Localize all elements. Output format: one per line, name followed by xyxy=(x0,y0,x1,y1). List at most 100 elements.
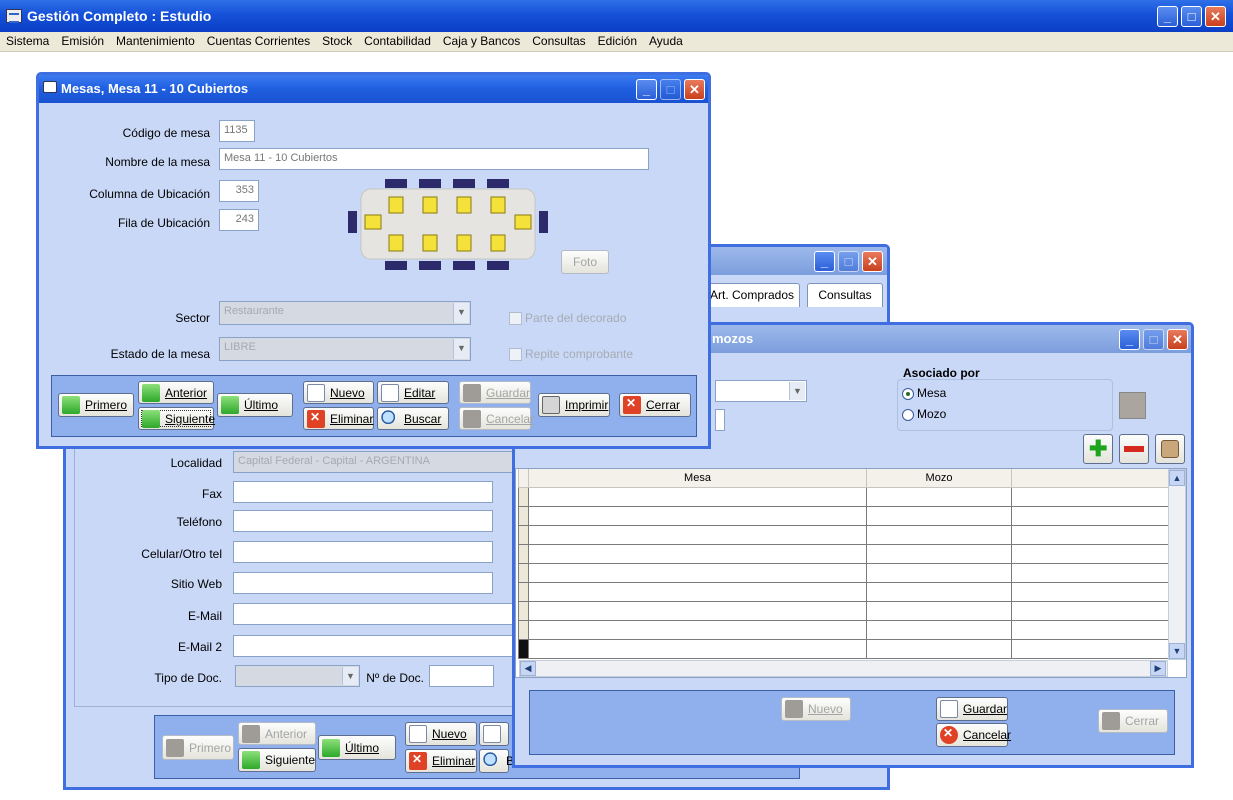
scroll-right-icon[interactable]: ▶ xyxy=(1150,661,1166,676)
app-minimize-button[interactable]: _ xyxy=(1157,6,1178,27)
mozos-guardar-button[interactable]: Guardar xyxy=(936,697,1008,721)
mesas-maximize-button[interactable]: □ xyxy=(660,79,681,100)
radio-mozo[interactable]: Mozo xyxy=(902,407,946,421)
decorado-checkbox-box[interactable] xyxy=(509,312,522,326)
fax-field[interactable] xyxy=(233,481,493,503)
clientes-buscar-button[interactable]: B xyxy=(479,749,514,773)
guardar-button[interactable]: Guardar xyxy=(459,381,531,404)
clientes-eliminar-button[interactable]: Eliminar xyxy=(405,749,477,773)
mozos-maximize-button[interactable]: □ xyxy=(1143,329,1164,350)
horizontal-scrollbar[interactable] xyxy=(519,660,1168,677)
table-row[interactable] xyxy=(518,487,1172,507)
table-row[interactable] xyxy=(518,620,1172,640)
table-row[interactable] xyxy=(518,563,1172,583)
scroll-left-icon[interactable]: ◀ xyxy=(520,661,536,676)
scroll-up-icon[interactable]: ▲ xyxy=(1169,470,1185,486)
anterior-button[interactable]: Anterior xyxy=(138,381,214,404)
table-row[interactable] xyxy=(518,506,1172,526)
menu-emision[interactable]: Emisión xyxy=(55,32,110,51)
table-row[interactable] xyxy=(518,544,1172,564)
mozos-nuevo-button[interactable]: Nuevo xyxy=(781,697,851,721)
menu-stock[interactable]: Stock xyxy=(316,32,358,51)
menu-contabilidad[interactable]: Contabilidad xyxy=(358,32,437,51)
editar-button[interactable]: Editar xyxy=(377,381,449,404)
radio-mozo-circle[interactable] xyxy=(902,408,914,421)
radio-mesa-circle[interactable] xyxy=(902,387,914,400)
vertical-scrollbar[interactable] xyxy=(1168,469,1186,660)
siguiente-button[interactable]: Siguiente xyxy=(138,407,215,430)
mesas-close-button[interactable]: ✕ xyxy=(684,79,705,100)
tab-consultas[interactable]: Consultas xyxy=(807,283,883,307)
cerrar-button[interactable]: Cerrar xyxy=(619,393,691,417)
repite-checkbox[interactable]: Repite comprobante xyxy=(509,347,633,362)
app-close-button[interactable]: ✕ xyxy=(1205,6,1226,27)
menu-ayuda[interactable]: Ayuda xyxy=(643,32,689,51)
cancelar-button[interactable]: Cancelar xyxy=(459,407,534,430)
remove-row-button[interactable] xyxy=(1119,434,1149,464)
table-row[interactable] xyxy=(518,525,1172,545)
mozos-close-button[interactable]: ✕ xyxy=(1167,329,1188,350)
tipo-doc-select[interactable]: ▼ xyxy=(235,665,360,687)
estado-select[interactable]: LIBRE ▼ xyxy=(219,337,471,361)
email2-field[interactable] xyxy=(233,635,523,657)
mozos-cerrar-label: Cerrar xyxy=(1125,714,1160,728)
sector-select[interactable]: Restaurante ▼ xyxy=(219,301,471,325)
mozos-minimize-button[interactable]: _ xyxy=(1119,329,1140,350)
menu-sistema[interactable]: Sistema xyxy=(0,32,55,51)
primero-button[interactable]: Primero xyxy=(58,393,134,417)
map-button[interactable] xyxy=(1155,434,1185,464)
mozos-cancelar-button[interactable]: Cancelar xyxy=(936,723,1011,747)
decorado-checkbox[interactable]: Parte del decorado xyxy=(509,311,626,326)
mozos-filter-select[interactable]: ▼ xyxy=(715,380,807,402)
localidad-field[interactable]: Capital Federal - Capital - ARGENTINA xyxy=(233,451,523,473)
menu-cuentas-corrientes[interactable]: Cuentas Corrientes xyxy=(201,32,316,51)
telefono-field[interactable] xyxy=(233,510,493,532)
mozos-cerrar-button[interactable]: Cerrar xyxy=(1098,709,1168,733)
mesas-minimize-button[interactable]: _ xyxy=(636,79,657,100)
edit-icon xyxy=(381,383,399,402)
nro-doc-field[interactable] xyxy=(429,665,494,687)
asociado-label: Asociado por xyxy=(903,366,980,380)
fila-field[interactable]: 243 xyxy=(219,209,259,231)
table-row[interactable] xyxy=(518,639,1172,659)
celular-field[interactable] xyxy=(233,541,493,563)
clientes-siguiente-button[interactable]: Siguiente xyxy=(238,748,316,772)
nombre-field[interactable]: Mesa 11 - 10 Cubiertos xyxy=(219,148,649,170)
clientes-maximize-button[interactable]: □ xyxy=(838,251,859,272)
mozos-grid[interactable]: Mesa Mozo ▲ ▼ ◀ ▶ xyxy=(515,468,1187,678)
sitio-web-field[interactable] xyxy=(233,572,493,594)
clientes-anterior-button[interactable]: Anterior xyxy=(238,722,316,745)
menu-consultas[interactable]: Consultas xyxy=(526,32,591,51)
imprimir-button[interactable]: Imprimir xyxy=(538,393,610,417)
scroll-down-icon[interactable]: ▼ xyxy=(1169,643,1185,659)
mozos-filter-field[interactable] xyxy=(715,409,725,431)
primero-label: Primero xyxy=(85,398,128,412)
clientes-ultimo-button[interactable]: Último xyxy=(318,735,396,760)
eliminar-button[interactable]: Eliminar xyxy=(303,407,374,430)
menu-mantenimiento[interactable]: Mantenimiento xyxy=(110,32,201,51)
menu-caja-y-bancos[interactable]: Caja y Bancos xyxy=(437,32,526,51)
clientes-editar-button[interactable] xyxy=(479,722,509,746)
columna-field[interactable]: 353 xyxy=(219,180,259,202)
clientes-nuevo-button[interactable]: Nuevo xyxy=(405,722,477,746)
email-field[interactable] xyxy=(233,603,523,625)
radio-mesa[interactable]: Mesa xyxy=(902,386,946,400)
add-row-button[interactable]: ✚ xyxy=(1083,434,1113,464)
foto-button[interactable]: Foto xyxy=(561,250,609,274)
app-maximize-button[interactable]: □ xyxy=(1181,6,1202,27)
codigo-field[interactable]: 1135 xyxy=(219,120,255,142)
clientes-minimize-button[interactable]: _ xyxy=(814,251,835,272)
repite-checkbox-box[interactable] xyxy=(509,348,522,362)
tab-art-comprados[interactable]: Art. Comprados xyxy=(704,283,800,307)
menu-edicion[interactable]: Edición xyxy=(592,32,643,51)
table-row[interactable] xyxy=(518,601,1172,621)
buscar-button[interactable]: Buscar xyxy=(377,407,449,430)
col-mozo-header[interactable]: Mozo xyxy=(866,469,1012,488)
ultimo-button[interactable]: Último xyxy=(217,393,293,417)
mozos-color-swatch[interactable] xyxy=(1119,392,1146,419)
clientes-close-button[interactable]: ✕ xyxy=(862,251,883,272)
nuevo-button[interactable]: Nuevo xyxy=(303,381,374,404)
table-row[interactable] xyxy=(518,582,1172,602)
col-mesa-header[interactable]: Mesa xyxy=(528,469,867,488)
clientes-primero-button[interactable]: Primero xyxy=(162,735,234,760)
